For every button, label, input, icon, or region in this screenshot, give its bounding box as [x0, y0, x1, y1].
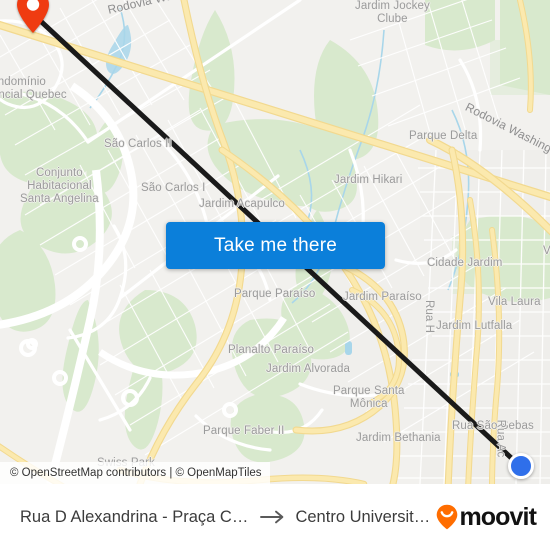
- route-destination-label: Centro Universitár...: [295, 507, 437, 526]
- take-me-there-button[interactable]: Take me there: [166, 222, 385, 269]
- map-canvas[interactable]: Rodovia Washington LuísJardim Jockey Clu…: [0, 0, 550, 484]
- map-attribution[interactable]: © OpenStreetMap contributors | © OpenMap…: [0, 462, 270, 484]
- route-origin-label: Rua D Alexandrina - Praça Cor...: [20, 507, 252, 526]
- moovit-logo[interactable]: moovit: [436, 502, 537, 532]
- moovit-route-screen: Rodovia Washington LuísJardim Jockey Clu…: [0, 0, 550, 550]
- map-dot-icon[interactable]: [508, 453, 534, 479]
- map-pin-icon[interactable]: [16, 0, 50, 34]
- route-summary-bar: Rua D Alexandrina - Praça Cor... Centro …: [0, 484, 550, 550]
- moovit-wordmark: moovit: [459, 502, 536, 531]
- moovit-pin-icon: [437, 504, 458, 530]
- arrow-right-icon: [260, 510, 286, 524]
